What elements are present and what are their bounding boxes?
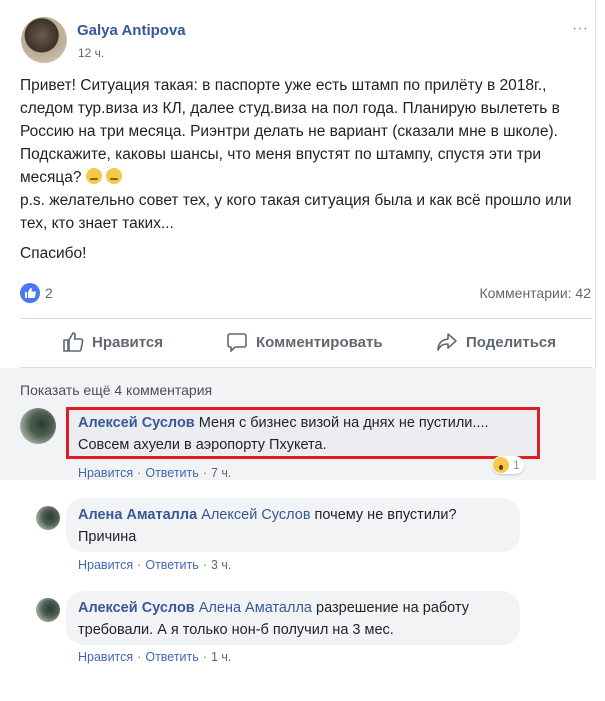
comment-time[interactable]: 7 ч. — [211, 466, 231, 480]
comment-button[interactable]: Комментировать — [226, 328, 383, 356]
comment-time[interactable]: 1 ч. — [211, 650, 231, 664]
post-thanks: Спасибо! — [20, 245, 87, 262]
comment-reply-link[interactable]: Ответить — [145, 558, 198, 572]
comment-bubble-icon — [227, 333, 247, 352]
comment-reply-link[interactable]: Ответить — [145, 466, 198, 480]
like-button-label: Нравится — [92, 333, 164, 351]
divider — [20, 318, 592, 319]
comment-like-link[interactable]: Нравится — [78, 558, 133, 572]
share-button-label: Поделиться — [466, 333, 557, 351]
thumbs-up-icon — [63, 332, 84, 352]
comment-bubble: Алена Аматалла Алексей Суслов почему не … — [66, 498, 520, 552]
comment-like-link[interactable]: Нравится — [78, 466, 133, 480]
like-reaction-icon[interactable] — [20, 283, 40, 303]
comment-meta: Нравится · Ответить · 1 ч. — [78, 650, 232, 664]
reaction-count: 1 — [513, 458, 520, 472]
post-paragraph: Привет! Ситуация такая: в паспорте уже е… — [20, 77, 560, 186]
like-button[interactable]: Нравится — [62, 328, 163, 356]
comment-meta: Нравится · Ответить · 3 ч. — [78, 558, 232, 572]
comment-bubble: Алексей Суслов Алена Аматалла разрешение… — [66, 591, 520, 645]
author-avatar[interactable] — [21, 17, 67, 63]
share-arrow-icon — [437, 333, 457, 351]
highlight-box — [66, 407, 540, 459]
show-more-comments-link[interactable]: Показать ещё 4 комментария — [20, 382, 212, 398]
commenter-avatar[interactable] — [36, 506, 60, 530]
comments-count[interactable]: Комментарии: 42 — [479, 285, 591, 301]
comment-mention[interactable]: Алена Аматалла — [199, 600, 312, 616]
comment-meta: Нравится · Ответить · 7 ч. — [78, 466, 232, 480]
share-button[interactable]: Поделиться — [436, 328, 556, 356]
comment-like-link[interactable]: Нравится — [78, 650, 133, 664]
worried-face-emoji-icon — [106, 168, 123, 184]
more-options-icon[interactable]: ··· — [572, 20, 588, 38]
post-paragraph: p.s. желательно совет тех, у кого такая … — [20, 192, 572, 232]
commenter-avatar[interactable] — [36, 598, 60, 622]
comment-mention[interactable]: Алексей Суслов — [201, 507, 310, 523]
comment-author[interactable]: Алексей Суслов — [78, 600, 195, 616]
comment-time[interactable]: 3 ч. — [211, 558, 231, 572]
comment-reaction[interactable]: 1 — [492, 456, 524, 474]
author-name[interactable]: Galya Antipova — [77, 22, 186, 39]
like-count[interactable]: 2 — [45, 285, 53, 301]
post-body: Привет! Ситуация такая: в паспорте уже е… — [20, 74, 592, 235]
comment-reply-link[interactable]: Ответить — [145, 650, 198, 664]
divider — [20, 367, 592, 368]
comment-author[interactable]: Алена Аматалла — [78, 507, 197, 523]
commenter-avatar[interactable] — [20, 408, 56, 444]
rolling-eyes-emoji-icon — [85, 168, 102, 184]
comment-button-label: Комментировать — [256, 333, 383, 351]
post-timestamp[interactable]: 12 ч. — [78, 46, 104, 60]
wow-reaction-icon — [493, 457, 509, 473]
